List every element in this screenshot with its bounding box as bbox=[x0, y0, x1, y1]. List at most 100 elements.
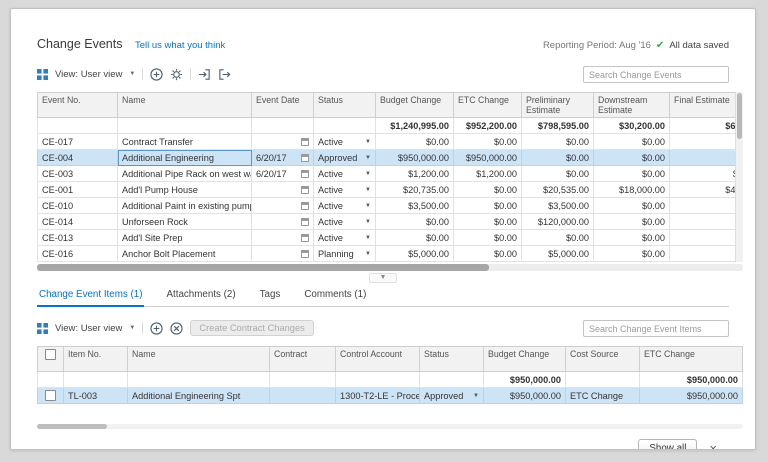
column-header[interactable]: Cost Source bbox=[566, 347, 640, 372]
calendar-icon[interactable] bbox=[301, 202, 309, 210]
dropdown-caret-icon[interactable]: ▼ bbox=[365, 219, 371, 225]
status-cell[interactable]: Approved▼ bbox=[314, 150, 376, 166]
event-row[interactable]: CE-003Additional Pipe Rack on west wa...… bbox=[38, 166, 743, 182]
dropdown-caret-icon[interactable]: ▼ bbox=[365, 171, 371, 177]
status-cell[interactable]: Active▼ bbox=[314, 182, 376, 198]
event-date-cell[interactable] bbox=[252, 134, 314, 150]
column-header[interactable]: Control Account bbox=[336, 347, 420, 372]
status-cell[interactable]: Approved▼ bbox=[420, 388, 484, 404]
event-name-cell[interactable]: Unforseen Rock bbox=[118, 214, 252, 230]
column-header[interactable]: ETC Change bbox=[640, 347, 743, 372]
calendar-icon[interactable] bbox=[301, 250, 309, 258]
column-header[interactable]: Downstream Estimate bbox=[594, 93, 670, 118]
event-row[interactable]: CE-001Add'l Pump House Active▼$20,735.00… bbox=[38, 182, 743, 198]
scrollbar-thumb[interactable] bbox=[37, 264, 489, 271]
column-header[interactable]: Event Date bbox=[252, 93, 314, 118]
calendar-icon[interactable] bbox=[301, 170, 309, 178]
event-date-cell[interactable]: 6/20/17 bbox=[252, 150, 314, 166]
event-row[interactable]: CE-010Additional Paint in existing pump.… bbox=[38, 198, 743, 214]
dropdown-caret-icon[interactable]: ▼ bbox=[365, 139, 371, 145]
item-row[interactable]: TL-003Additional Engineering Spt1300-T2-… bbox=[38, 388, 743, 404]
event-date-cell[interactable] bbox=[252, 198, 314, 214]
import-icon[interactable] bbox=[198, 68, 211, 81]
row-select-cell[interactable] bbox=[38, 388, 64, 404]
event-name-cell[interactable]: Additional Engineering bbox=[118, 150, 252, 166]
tab-3[interactable]: Comments (1) bbox=[302, 285, 368, 306]
event-name-cell[interactable]: Additional Paint in existing pump... bbox=[118, 198, 252, 214]
column-header[interactable]: Status bbox=[314, 93, 376, 118]
column-header[interactable]: Name bbox=[118, 93, 252, 118]
search-change-events-input[interactable] bbox=[583, 66, 729, 83]
horizontal-scrollbar[interactable] bbox=[37, 424, 743, 429]
column-header[interactable]: Budget Change bbox=[484, 347, 566, 372]
status-cell[interactable]: Planning▼ bbox=[314, 246, 376, 262]
calendar-icon[interactable] bbox=[301, 218, 309, 226]
event-row[interactable]: CE-016Anchor Bolt Placement Planning▼$5,… bbox=[38, 246, 743, 262]
status-cell[interactable]: Active▼ bbox=[314, 198, 376, 214]
select-all-checkbox[interactable] bbox=[45, 349, 56, 360]
column-header[interactable]: Budget Change bbox=[376, 93, 454, 118]
status-cell[interactable]: Active▼ bbox=[314, 230, 376, 246]
column-header[interactable]: Final Estimate bbox=[670, 93, 743, 118]
dropdown-caret-icon[interactable]: ▼ bbox=[365, 251, 371, 257]
event-date-cell[interactable] bbox=[252, 214, 314, 230]
scrollbar-thumb[interactable] bbox=[37, 424, 107, 429]
event-date-cell[interactable]: 6/20/17 bbox=[252, 166, 314, 182]
event-date-cell[interactable] bbox=[252, 230, 314, 246]
view-selector[interactable]: View: User view bbox=[55, 69, 122, 80]
column-header[interactable]: Item No. bbox=[64, 347, 128, 372]
calendar-icon[interactable] bbox=[301, 154, 309, 162]
add-row-icon[interactable] bbox=[150, 322, 163, 335]
collapse-handle[interactable]: ▼ bbox=[11, 273, 755, 283]
dropdown-caret-icon[interactable]: ▼ bbox=[473, 393, 479, 399]
gear-icon[interactable] bbox=[170, 68, 183, 81]
dropdown-caret-icon[interactable]: ▼ bbox=[365, 235, 371, 241]
status-cell[interactable]: Active▼ bbox=[314, 134, 376, 150]
dropdown-caret-icon[interactable]: ▼ bbox=[365, 203, 371, 209]
column-header[interactable]: Name bbox=[128, 347, 270, 372]
calendar-icon[interactable] bbox=[301, 138, 309, 146]
column-header[interactable]: Event No. bbox=[38, 93, 118, 118]
calendar-icon[interactable] bbox=[301, 186, 309, 194]
collapse-icon[interactable]: ▼ bbox=[369, 273, 398, 283]
calendar-icon[interactable] bbox=[301, 234, 309, 242]
column-header[interactable]: Status bbox=[420, 347, 484, 372]
event-row[interactable]: CE-004Additional Engineering6/20/17Appro… bbox=[38, 150, 743, 166]
event-name-cell[interactable]: Anchor Bolt Placement bbox=[118, 246, 252, 262]
status-cell[interactable]: Active▼ bbox=[314, 166, 376, 182]
grid-view-icon[interactable] bbox=[37, 323, 48, 334]
chevron-down-icon[interactable]: ▼ bbox=[129, 325, 135, 331]
event-date-cell[interactable] bbox=[252, 182, 314, 198]
tab-2[interactable]: Tags bbox=[258, 285, 283, 306]
search-change-event-items-input[interactable] bbox=[583, 320, 729, 337]
event-row[interactable]: CE-014Unforseen Rock Active▼$0.00$0.00$1… bbox=[38, 214, 743, 230]
event-name-cell[interactable]: Add'l Pump House bbox=[118, 182, 252, 198]
event-row[interactable]: CE-017Contract Transfer Active▼$0.00$0.0… bbox=[38, 134, 743, 150]
view-selector[interactable]: View: User view bbox=[55, 323, 122, 334]
add-row-icon[interactable] bbox=[150, 68, 163, 81]
event-row[interactable]: CE-013Add'l Site Prep Active▼$0.00$0.00$… bbox=[38, 230, 743, 246]
remove-row-icon[interactable] bbox=[170, 322, 183, 335]
dropdown-caret-icon[interactable]: ▼ bbox=[365, 187, 371, 193]
tab-1[interactable]: Attachments (2) bbox=[164, 285, 237, 306]
horizontal-scrollbar[interactable] bbox=[37, 264, 743, 271]
export-icon[interactable] bbox=[218, 68, 231, 81]
show-all-button[interactable]: Show all bbox=[638, 439, 697, 450]
scrollbar-thumb[interactable] bbox=[737, 93, 742, 139]
event-name-cell[interactable]: Additional Pipe Rack on west wa... bbox=[118, 166, 252, 182]
status-cell[interactable]: Active▼ bbox=[314, 214, 376, 230]
event-date-cell[interactable] bbox=[252, 246, 314, 262]
event-name-cell[interactable]: Add'l Site Prep bbox=[118, 230, 252, 246]
vertical-scrollbar[interactable] bbox=[735, 92, 743, 262]
event-name-cell[interactable]: Contract Transfer bbox=[118, 134, 252, 150]
column-header[interactable]: Preliminary Estimate bbox=[522, 93, 594, 118]
tab-0[interactable]: Change Event Items (1) bbox=[37, 285, 144, 307]
column-header[interactable]: Contract bbox=[270, 347, 336, 372]
chevron-down-icon[interactable]: ▼ bbox=[129, 71, 135, 77]
create-contract-changes-button[interactable]: Create Contract Changes bbox=[190, 320, 313, 336]
row-checkbox[interactable] bbox=[45, 390, 56, 401]
dropdown-caret-icon[interactable]: ▼ bbox=[365, 155, 371, 161]
close-icon[interactable]: × bbox=[709, 442, 717, 450]
column-header[interactable]: ETC Change bbox=[454, 93, 522, 118]
feedback-link[interactable]: Tell us what you think bbox=[135, 40, 225, 51]
